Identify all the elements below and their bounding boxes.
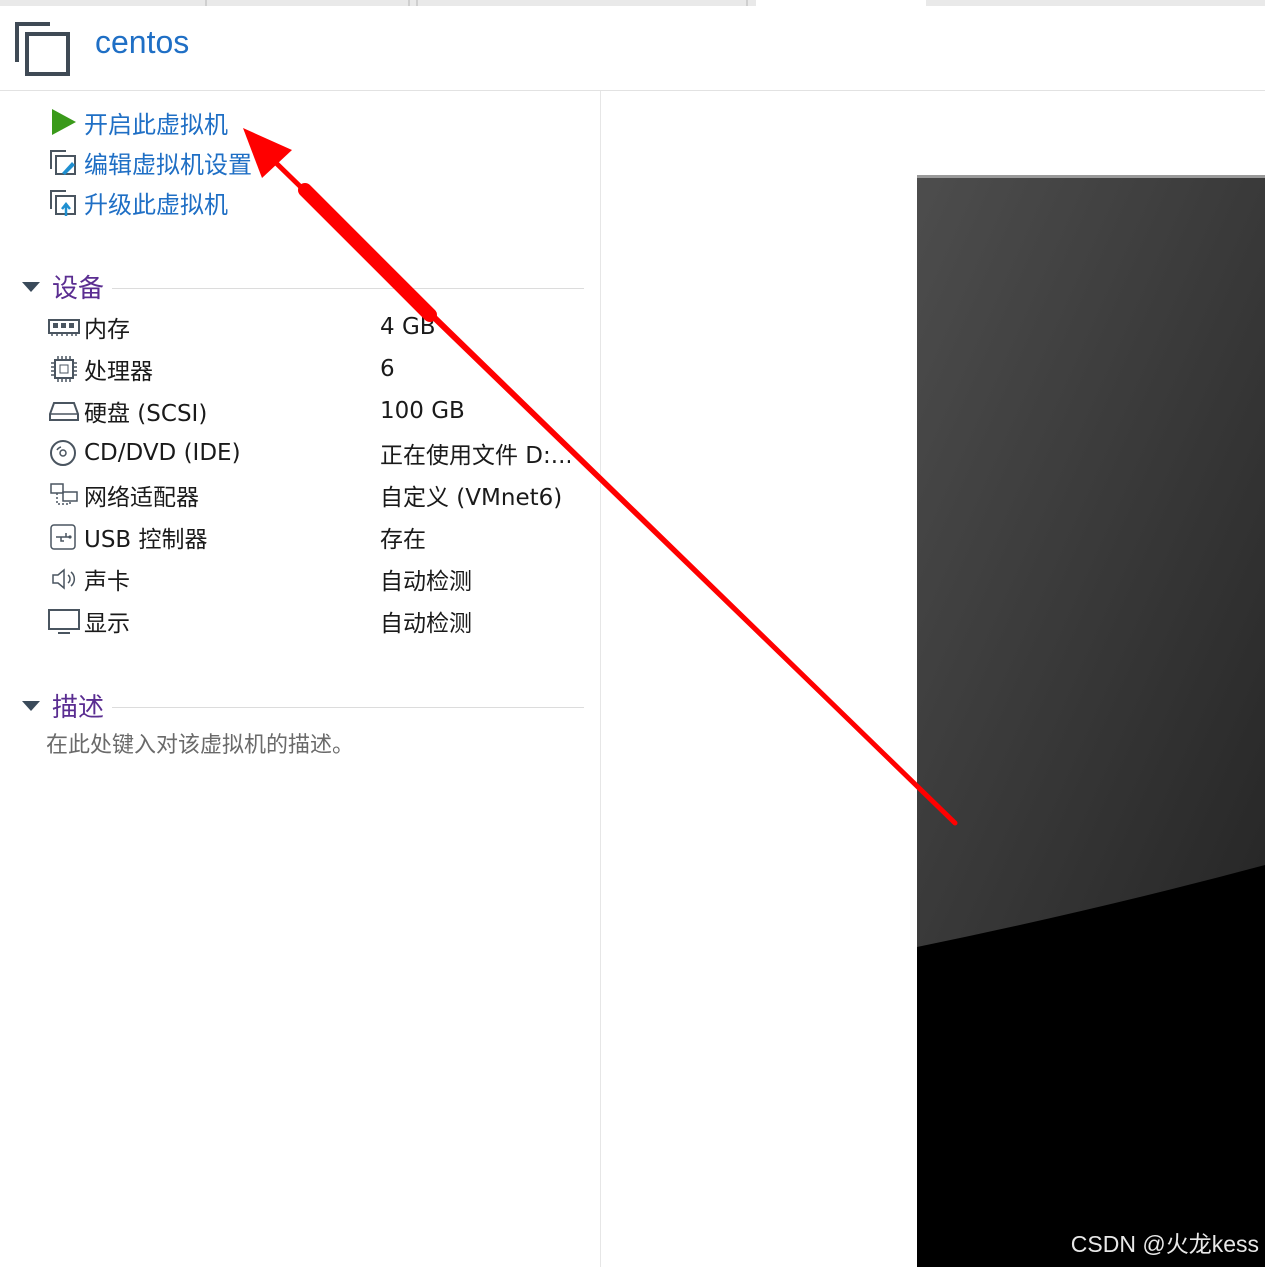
collapse-triangle-icon[interactable] (22, 700, 40, 711)
device-row-cd-dvd[interactable]: CD/DVD (IDE) 正在使用文件 D:... (48, 433, 588, 473)
device-value: 6 (380, 356, 395, 382)
device-name: CD/DVD (IDE) (84, 440, 241, 466)
device-value: 正在使用文件 D:... (380, 443, 570, 469)
device-row-network-adapter[interactable]: 网络适配器 自定义 (VMnet6) (48, 475, 588, 515)
device-row-cpu[interactable]: 处理器 6 (48, 349, 588, 389)
device-row-usb-controller[interactable]: USB 控制器 存在 (48, 517, 588, 557)
device-value: 自动检测 (380, 611, 472, 637)
usb-icon (48, 522, 80, 552)
memory-icon (48, 312, 80, 342)
edit-settings-icon (48, 147, 78, 177)
display-icon (48, 606, 80, 636)
speaker-icon (48, 564, 80, 594)
virtual-machine-icon (15, 22, 70, 76)
watermark: CSDN @火龙kess (1070, 1231, 1259, 1257)
action-label: 开启此虚拟机 (84, 110, 228, 139)
network-adapter-icon (48, 480, 80, 510)
edit-vm-settings-link[interactable]: 编辑虚拟机设置 (48, 145, 252, 179)
device-name: USB 控制器 (84, 527, 208, 553)
device-value: 存在 (380, 527, 426, 553)
action-label: 编辑虚拟机设置 (84, 150, 252, 179)
device-value: 4 GB (380, 314, 436, 340)
vm-title: centos (95, 24, 190, 60)
power-on-vm-link[interactable]: 开启此虚拟机 (48, 105, 228, 139)
device-value: 自定义 (VMnet6) (380, 485, 563, 511)
device-name: 显示 (84, 611, 130, 637)
upgrade-vm-link[interactable]: 升级此虚拟机 (48, 185, 228, 219)
device-value: 自动检测 (380, 569, 472, 595)
device-name: 处理器 (84, 359, 153, 385)
hard-disk-icon (48, 396, 80, 426)
section-title: 描述 (52, 693, 105, 723)
device-name: 硬盘 (SCSI) (84, 401, 208, 427)
cpu-icon (48, 354, 80, 384)
description-section-header[interactable]: 描述 (22, 687, 584, 724)
device-name: 声卡 (84, 569, 130, 595)
vm-screen-preview[interactable] (917, 175, 1265, 1267)
device-name: 网络适配器 (84, 485, 199, 511)
section-divider (112, 707, 584, 708)
preview-image (917, 175, 1265, 1267)
device-value: 100 GB (380, 398, 465, 424)
vm-header: centos (0, 6, 1265, 91)
device-row-sound-card[interactable]: 声卡 自动检测 (48, 559, 588, 599)
cd-dvd-icon (48, 438, 80, 468)
devices-section-header[interactable]: 设备 (22, 268, 584, 305)
device-row-memory[interactable]: 内存 4 GB (48, 307, 588, 347)
section-divider (112, 288, 584, 289)
description-placeholder[interactable]: 在此处键入对该虚拟机的描述。 (46, 727, 354, 759)
action-label: 升级此虚拟机 (84, 190, 228, 219)
collapse-triangle-icon[interactable] (22, 281, 40, 292)
device-row-display[interactable]: 显示 自动检测 (48, 601, 588, 641)
upgrade-icon (48, 187, 78, 217)
section-title: 设备 (52, 274, 105, 304)
device-row-hard-disk[interactable]: 硬盘 (SCSI) 100 GB (48, 391, 588, 431)
device-name: 内存 (84, 317, 130, 343)
play-icon (48, 107, 78, 137)
